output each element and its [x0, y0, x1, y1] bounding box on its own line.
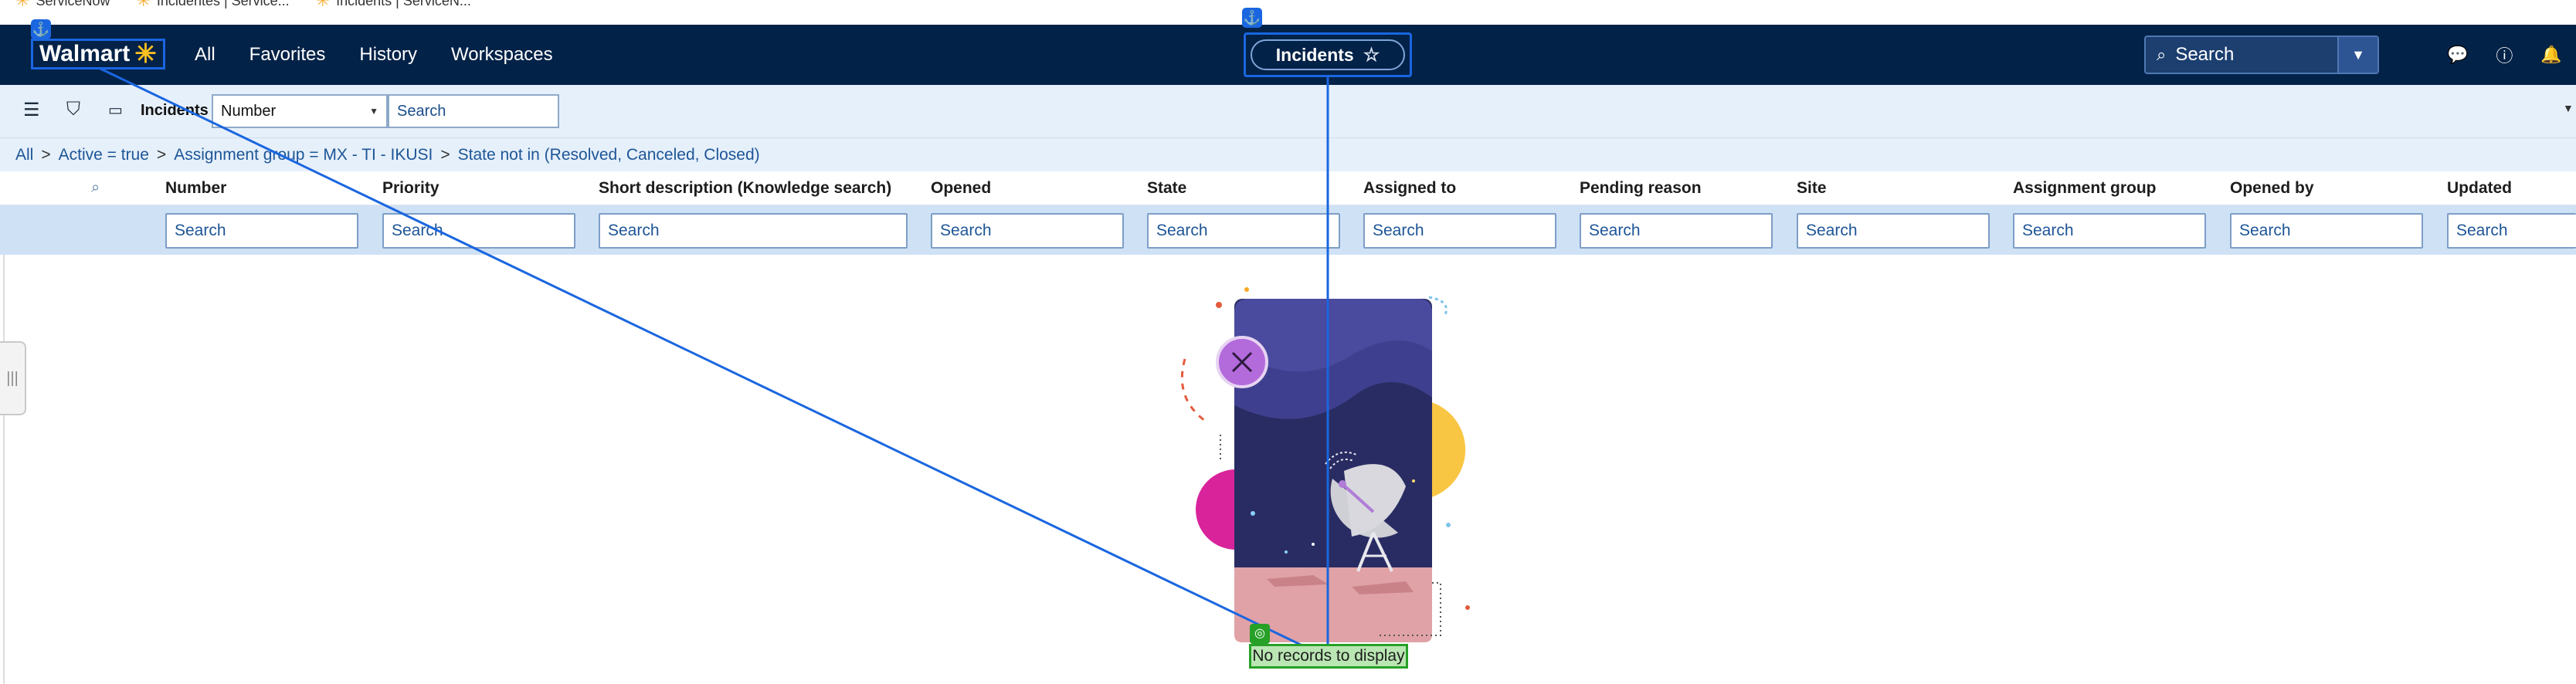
filter-icon[interactable]: ⛉: [66, 99, 80, 120]
filter-input-assignment-group[interactable]: Search: [2013, 213, 2206, 249]
filter-input-pending-reason[interactable]: Search: [1580, 213, 1773, 249]
walmart-spark-icon: ✳: [134, 39, 157, 69]
list-header-bar: ☰ ⛉ ▭ Incidents Number ▼ Search ▼: [0, 85, 2576, 137]
chat-bubbles-icon[interactable]: 💬: [2447, 45, 2468, 65]
filter-input-opened-by[interactable]: Search: [2230, 213, 2423, 249]
walmart-spark-icon: ✳: [136, 0, 151, 10]
column-header-assignment-group[interactable]: Assignment group: [2013, 179, 2157, 198]
breadcrumb-separator: >: [156, 145, 167, 164]
breadcrumb-separator: >: [41, 145, 51, 164]
breadcrumb-item[interactable]: Active = true: [59, 146, 149, 164]
bell-icon[interactable]: 🔔: [2540, 45, 2561, 65]
search-icon[interactable]: ⌕: [91, 179, 100, 197]
list-search-input[interactable]: Search: [388, 94, 559, 128]
search-field-value: Number: [221, 102, 277, 120]
chat-icon[interactable]: ▭: [108, 100, 123, 120]
column-header-row: ⌕ Number Priority Short description (Kno…: [0, 171, 2576, 205]
search-icon: ⌕: [2157, 45, 2167, 64]
nav-utility-icons: 💬 ⓘ 🔔: [2447, 25, 2562, 85]
nav-workspaces[interactable]: Workspaces: [451, 44, 553, 66]
filter-input-opened[interactable]: Search: [931, 213, 1124, 249]
filter-input-assigned-to[interactable]: Search: [1363, 213, 1556, 249]
empty-state-message: No records to display: [1249, 644, 1408, 669]
bookmark-item[interactable]: ✳ Incidents | ServiceN...: [316, 0, 471, 11]
column-header-opened-by[interactable]: Opened by: [2230, 179, 2314, 198]
nav-menu: All Favorites History Workspaces: [195, 25, 553, 85]
page-title: Incidents: [1275, 44, 1354, 65]
filter-input-site[interactable]: Search: [1797, 213, 1990, 249]
global-search[interactable]: ⌕ Search ▼: [2144, 36, 2379, 74]
empty-state-illustration: [1180, 287, 1470, 642]
target-icon: ◎: [1250, 624, 1270, 644]
chevron-down-icon[interactable]: ▼: [2563, 102, 2574, 114]
help-icon[interactable]: ⓘ: [2496, 42, 2513, 67]
bookmark-label: Incidents | ServiceN...: [336, 0, 471, 8]
breadcrumb: All > Active = true > Assignment group =…: [0, 137, 2576, 171]
chevron-down-icon[interactable]: ▼: [2337, 37, 2377, 73]
column-header-number[interactable]: Number: [165, 179, 226, 198]
side-panel-handle[interactable]: |||: [0, 341, 26, 415]
hamburger-icon[interactable]: ☰: [23, 99, 40, 121]
breadcrumb-separator: >: [440, 145, 450, 164]
walmart-logo[interactable]: Walmart ✳: [31, 39, 165, 69]
anchor-icon: ⚓: [1242, 8, 1262, 28]
walmart-spark-icon: ✳: [315, 0, 331, 10]
logo-text: Walmart: [39, 41, 131, 66]
column-header-state[interactable]: State: [1147, 179, 1186, 198]
nav-history[interactable]: History: [359, 44, 417, 66]
page-title-pill[interactable]: Incidents ☆: [1244, 32, 1412, 77]
breadcrumb-item[interactable]: All: [15, 146, 33, 164]
column-header-updated[interactable]: Updated: [2447, 179, 2512, 198]
bookmark-item[interactable]: ✳ ServiceNow: [15, 0, 110, 11]
bookmark-label: ServiceNow: [36, 0, 110, 8]
column-header-site[interactable]: Site: [1797, 179, 1827, 198]
column-header-assigned-to[interactable]: Assigned to: [1363, 179, 1456, 198]
filter-input-state[interactable]: Search: [1147, 213, 1340, 249]
breadcrumb-item[interactable]: State not in (Resolved, Canceled, Closed…: [458, 146, 760, 164]
nav-all[interactable]: All: [195, 44, 216, 66]
list-title: Incidents: [141, 102, 209, 119]
filter-input-priority[interactable]: Search: [382, 213, 575, 249]
walmart-spark-icon: ✳: [15, 0, 30, 10]
star-icon[interactable]: ☆: [1363, 44, 1380, 66]
nav-favorites[interactable]: Favorites: [249, 44, 326, 66]
column-filter-row: Search Search Search Search Search Searc…: [0, 205, 2576, 255]
filter-input-number[interactable]: Search: [165, 213, 358, 249]
top-navigation: Walmart ✳ All Favorites History Workspac…: [0, 25, 2576, 85]
bookmark-label: Incidentes | Service...: [156, 0, 290, 8]
left-border: [3, 255, 5, 684]
anchor-icon: ⚓: [31, 19, 51, 39]
search-field-select[interactable]: Number ▼: [212, 94, 388, 128]
column-header-short-description[interactable]: Short description (Knowledge search): [599, 179, 891, 198]
page-title-container: Incidents ☆: [1251, 39, 1405, 70]
filter-input-updated[interactable]: Search: [2447, 213, 2576, 249]
filter-input-short-description[interactable]: Search: [599, 213, 908, 249]
chevron-down-icon: ▼: [369, 106, 378, 117]
column-header-pending-reason[interactable]: Pending reason: [1580, 179, 1702, 198]
global-search-input[interactable]: Search: [2175, 44, 2337, 66]
column-header-priority[interactable]: Priority: [382, 179, 440, 198]
bookmarks-bar: ✳ ServiceNow ✳ Incidentes | Service... ✳ In…: [0, 0, 2576, 25]
breadcrumb-item[interactable]: Assignment group = MX - TI - IKUSI: [174, 146, 433, 164]
bookmark-item[interactable]: ✳ Incidentes | Service...: [136, 0, 289, 11]
column-header-opened[interactable]: Opened: [931, 179, 991, 198]
